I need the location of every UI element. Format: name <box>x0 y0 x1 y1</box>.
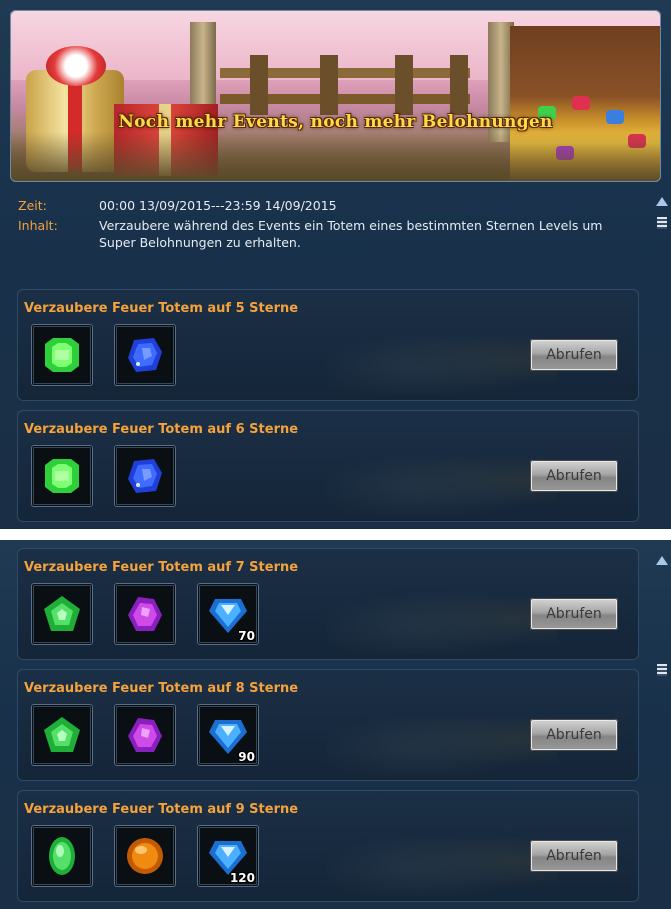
scroll-up-arrow-icon[interactable] <box>656 556 668 565</box>
reward-card: Verzaubere Feuer Totem auf 5 Sterne Abru… <box>17 289 639 401</box>
scroll-thumb[interactable] <box>657 664 667 676</box>
reward-item-slot[interactable]: 90 <box>197 704 259 766</box>
time-row: Zeit: 00:00 13/09/2015---23:59 14/09/201… <box>18 197 618 214</box>
card-background-art <box>327 826 557 896</box>
item-count: 70 <box>238 629 255 643</box>
reward-item-slot[interactable]: 120 <box>197 825 259 887</box>
event-panel-bottom: Verzaubere Feuer Totem auf 7 Sterne 70 A… <box>0 540 671 909</box>
card-background-art <box>327 446 557 516</box>
content-label: Inhalt: <box>18 218 58 233</box>
content-row: Inhalt: Verzaubere während des Events ei… <box>18 217 618 251</box>
blue-crystal-icon <box>128 338 162 372</box>
reward-title: Verzaubere Feuer Totem auf 5 Sterne <box>24 301 299 316</box>
item-count: 120 <box>229 871 255 885</box>
green-pentagon-gem-icon <box>44 717 80 752</box>
scroll-up-arrow-icon[interactable] <box>656 197 668 206</box>
purple-crystal-icon <box>128 718 162 752</box>
blue-crystal-icon <box>128 459 162 493</box>
time-label: Zeit: <box>18 198 47 213</box>
reward-item-slot[interactable] <box>114 825 176 887</box>
green-pentagon-gem-icon <box>44 596 80 631</box>
card-background-art <box>327 584 557 654</box>
reward-item-slot[interactable] <box>114 324 176 386</box>
reward-item-slot[interactable] <box>31 324 93 386</box>
reward-title: Verzaubere Feuer Totem auf 6 Sterne <box>24 422 299 437</box>
reward-title: Verzaubere Feuer Totem auf 7 Sterne <box>24 560 299 575</box>
reward-item-slot[interactable] <box>114 583 176 645</box>
reward-card: Verzaubere Feuer Totem auf 9 Sterne 120 <box>17 790 639 902</box>
reward-item-slot[interactable] <box>31 445 93 507</box>
reward-item-slot[interactable] <box>31 704 93 766</box>
scrollbar[interactable] <box>654 195 670 235</box>
reward-item-slot[interactable] <box>114 704 176 766</box>
reward-card: Verzaubere Feuer Totem auf 7 Sterne 70 A… <box>17 548 639 660</box>
scroll-thumb[interactable] <box>657 217 667 229</box>
event-info: Zeit: 00:00 13/09/2015---23:59 14/09/201… <box>18 197 618 251</box>
claim-button[interactable]: Abrufen <box>530 840 618 872</box>
banner-frame <box>10 10 661 182</box>
claim-button[interactable]: Abrufen <box>530 719 618 751</box>
reward-item-slot[interactable] <box>31 583 93 645</box>
reward-item-slot[interactable] <box>114 445 176 507</box>
reward-title: Verzaubere Feuer Totem auf 9 Sterne <box>24 802 299 817</box>
reward-card: Verzaubere Feuer Totem auf 8 Sterne 90 A… <box>17 669 639 781</box>
reward-item-slot[interactable] <box>31 825 93 887</box>
purple-crystal-icon <box>128 597 162 631</box>
scrollbar[interactable] <box>654 554 670 684</box>
green-gem-icon <box>45 338 79 372</box>
claim-button[interactable]: Abrufen <box>530 460 618 492</box>
orange-crystal-icon <box>127 838 163 874</box>
reward-item-slot[interactable]: 70 <box>197 583 259 645</box>
time-value: 00:00 13/09/2015---23:59 14/09/2015 <box>99 198 337 213</box>
content-value: Verzaubere während des Events ein Totem … <box>99 218 603 250</box>
card-background-art <box>327 705 557 775</box>
green-oval-gem-icon <box>49 837 75 875</box>
reward-title: Verzaubere Feuer Totem auf 8 Sterne <box>24 681 299 696</box>
reward-card: Verzaubere Feuer Totem auf 6 Sterne Abru… <box>17 410 639 522</box>
claim-button[interactable]: Abrufen <box>530 339 618 371</box>
screenshot-divider <box>0 529 671 540</box>
item-count: 90 <box>238 750 255 764</box>
green-gem-icon <box>45 459 79 493</box>
claim-button[interactable]: Abrufen <box>530 598 618 630</box>
card-background-art <box>327 325 557 395</box>
event-panel-top: Noch mehr Events, noch mehr Belohnungen … <box>0 0 671 529</box>
